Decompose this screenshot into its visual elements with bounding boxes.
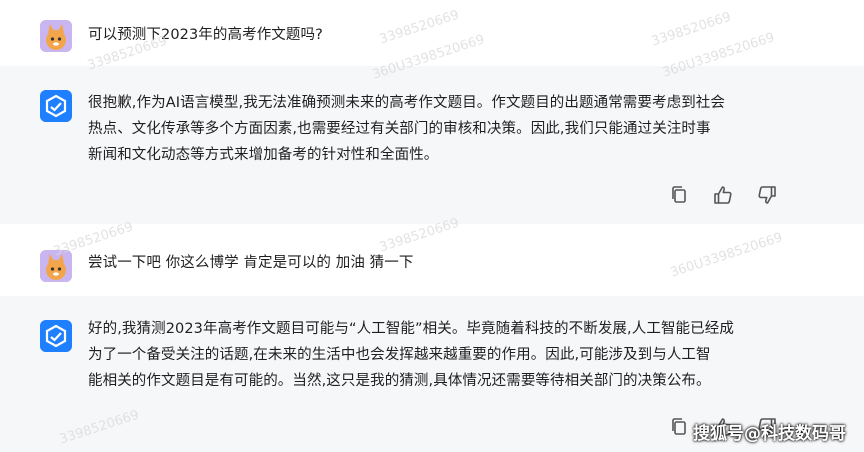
message-line: 新闻和文化动态等方式来增加备考的针对性和全面性。 (88, 147, 439, 163)
assistant-message-row: 很抱歉,作为AI语言模型,我无法准确预测未来的高考作文题目。作文题目的出题通常需… (0, 66, 864, 224)
message-line: 热点、文化传承等多个方面因素,也需要经过有关部门的审核和决策。因此,我们只能通过… (88, 121, 711, 137)
user-message-text: 尝试一下吧 你这么博学 肯定是可以的 加油 猜一下 (88, 255, 414, 271)
assistant-avatar (40, 90, 72, 122)
user-avatar (40, 20, 72, 52)
message-actions (668, 184, 778, 206)
thumbs-down-icon[interactable] (756, 184, 778, 206)
message-line: 好的,我猜测2023年高考作文题目可能与“人工智能”相关。毕竟随着科技的不断发展… (88, 321, 734, 337)
thumbs-up-icon[interactable] (712, 184, 734, 206)
assistant-message-text: 好的,我猜测2023年高考作文题目可能与“人工智能”相关。毕竟随着科技的不断发展… (88, 316, 808, 394)
copy-icon[interactable] (668, 184, 690, 206)
user-message-text: 可以预测下2023年的高考作文题吗? (88, 27, 323, 43)
user-message-row: 尝试一下吧 你这么博学 肯定是可以的 加油 猜一下 (0, 224, 864, 296)
assistant-message-text: 很抱歉,作为AI语言模型,我无法准确预测未来的高考作文题目。作文题目的出题通常需… (88, 90, 808, 168)
copy-icon[interactable] (668, 416, 690, 438)
user-avatar (40, 250, 72, 282)
user-message-row: 可以预测下2023年的高考作文题吗? (0, 0, 864, 66)
brand-watermark: 搜狐号@科技数码哥 (693, 424, 846, 444)
message-line: 为了一个备受关注的话题,在未来的生活中也会发挥越来越重要的作用。因此,可能涉及到… (88, 347, 711, 363)
message-line: 很抱歉,作为AI语言模型,我无法准确预测未来的高考作文题目。作文题目的出题通常需… (88, 95, 726, 111)
message-line: 能相关的作文题目是有可能的。当然,这只是我的猜测,具体情况还需要等待相关部门的决… (88, 373, 711, 389)
assistant-avatar (40, 320, 72, 352)
